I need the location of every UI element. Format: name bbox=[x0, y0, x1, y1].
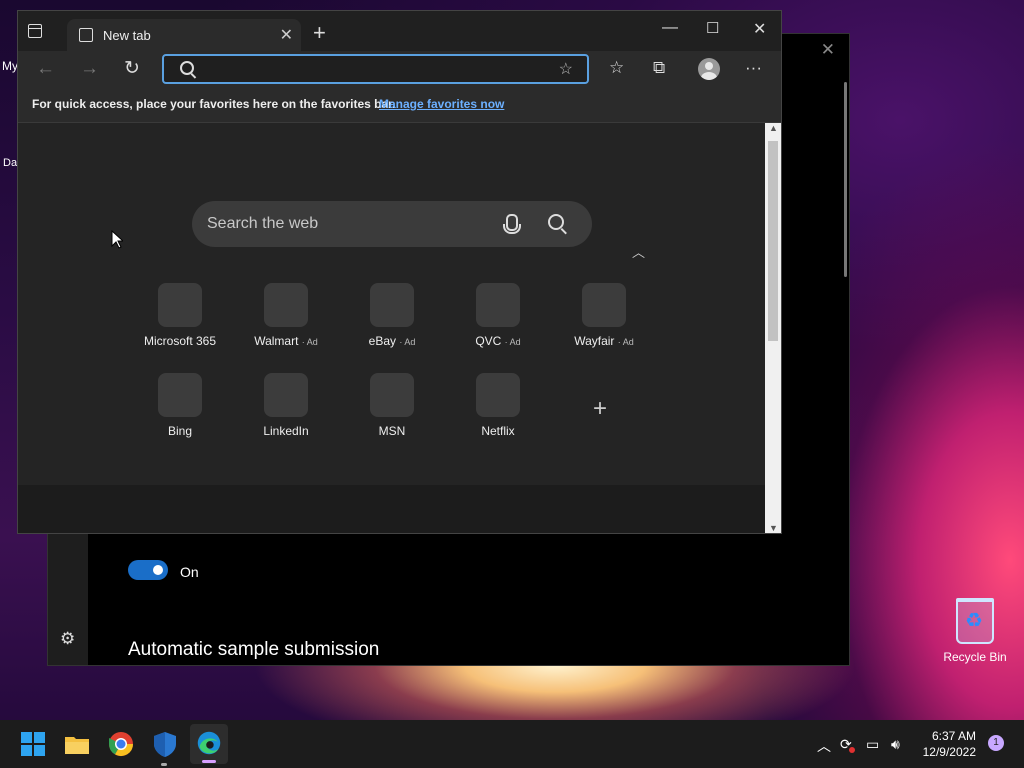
quick-link-tile[interactable]: Netflix bbox=[448, 373, 548, 438]
quick-link-label: Bing bbox=[167, 424, 193, 438]
clock-date: 12/9/2022 bbox=[922, 745, 976, 759]
taskbar: ︿ ⟳ ▭ 🔊︎ 6:37 AM 12/9/2022 1 bbox=[0, 720, 1024, 768]
running-indicator bbox=[161, 763, 167, 766]
search-placeholder: Search the web bbox=[207, 215, 319, 232]
browser-toolbar: ← → ↻ ☆ ☆ ⧉ ··· bbox=[18, 51, 781, 89]
tab-new-tab[interactable]: New tab ✕ bbox=[67, 19, 301, 51]
new-tab-page: Search the web ︿ Microsoft 365 Walmart ·… bbox=[18, 123, 765, 533]
clock-time: 6:37 AM bbox=[931, 729, 976, 743]
alert-badge bbox=[849, 747, 855, 753]
quick-link-tile[interactable]: LinkedIn bbox=[236, 373, 336, 438]
tab-actions-icon[interactable] bbox=[28, 24, 42, 38]
start-icon[interactable] bbox=[17, 728, 49, 760]
scroll-up-icon[interactable]: ▲ bbox=[769, 123, 778, 133]
quick-link-label: eBay bbox=[368, 334, 396, 348]
site-icon bbox=[476, 373, 520, 417]
profile-avatar[interactable] bbox=[698, 58, 720, 80]
quick-link-tile[interactable]: Wayfair · Ad bbox=[554, 283, 654, 348]
search-icon bbox=[180, 61, 194, 75]
site-icon bbox=[158, 373, 202, 417]
add-favorite-icon[interactable]: ☆ bbox=[559, 59, 573, 79]
toggle-knob bbox=[153, 565, 163, 575]
gear-icon[interactable]: ⚙ bbox=[60, 629, 75, 649]
page-footer bbox=[18, 485, 765, 533]
favorites-icon[interactable]: ☆ bbox=[609, 59, 624, 76]
more-icon[interactable]: ··· bbox=[745, 59, 762, 76]
quick-link-tile[interactable]: Bing bbox=[130, 373, 230, 438]
quick-link-label: Netflix bbox=[481, 424, 515, 438]
maximize-icon[interactable]: ☐ bbox=[706, 19, 719, 37]
vertical-scrollbar[interactable]: ▲ ▼ bbox=[765, 123, 781, 533]
scrollbar-thumb[interactable] bbox=[768, 141, 778, 341]
protection-toggle[interactable] bbox=[128, 560, 168, 580]
quick-link-label: Microsoft 365 bbox=[143, 334, 217, 348]
site-icon bbox=[370, 283, 414, 327]
ad-badge: · Ad bbox=[617, 337, 634, 347]
active-indicator bbox=[202, 760, 216, 763]
site-icon bbox=[158, 283, 202, 327]
tab-bar: New tab ✕ + — ☐ ✕ bbox=[18, 11, 781, 51]
minimize-icon[interactable]: — bbox=[662, 19, 678, 37]
manage-favorites-link[interactable]: Manage favorites now bbox=[379, 97, 504, 111]
recycle-bin-label: Recycle Bin bbox=[943, 650, 1007, 664]
microphone-icon[interactable] bbox=[503, 214, 521, 234]
new-tab-icon bbox=[79, 28, 93, 42]
file-explorer-icon[interactable] bbox=[61, 728, 93, 760]
scrollbar[interactable] bbox=[844, 82, 847, 277]
desktop: My Da Recycle Bin ✕ On Automatic sample … bbox=[0, 0, 1024, 768]
add-site-button[interactable]: + bbox=[593, 395, 607, 423]
site-icon bbox=[370, 373, 414, 417]
recycle-bin-icon bbox=[956, 598, 994, 644]
forward-icon[interactable]: → bbox=[80, 59, 99, 78]
site-icon bbox=[582, 283, 626, 327]
quick-link-tile[interactable]: MSN bbox=[342, 373, 442, 438]
close-window-icon[interactable]: ✕ bbox=[753, 19, 766, 39]
collections-icon[interactable]: ⧉ bbox=[653, 59, 665, 76]
search-icon[interactable] bbox=[548, 214, 564, 230]
quick-link-tile[interactable]: eBay · Ad bbox=[342, 283, 442, 348]
close-tab-icon[interactable]: ✕ bbox=[280, 25, 293, 45]
quick-link-label: MSN bbox=[378, 424, 406, 438]
desktop-icon-label[interactable]: My bbox=[2, 59, 18, 73]
address-bar[interactable]: ☆ bbox=[162, 54, 589, 84]
refresh-icon[interactable]: ↻ bbox=[124, 59, 140, 78]
ad-badge: · Ad bbox=[301, 337, 318, 347]
ad-badge: · Ad bbox=[399, 337, 416, 347]
site-icon bbox=[264, 283, 308, 327]
quick-link-tile[interactable]: Microsoft 365 bbox=[130, 283, 230, 348]
mouse-cursor-icon bbox=[111, 230, 123, 249]
chevron-up-icon[interactable]: ︿ bbox=[817, 736, 831, 756]
quick-link-label: Walmart bbox=[254, 334, 299, 348]
new-tab-button[interactable]: + bbox=[313, 22, 326, 44]
desktop-icon-label[interactable]: Da bbox=[3, 157, 17, 169]
edge-taskbar-button[interactable] bbox=[190, 724, 228, 764]
close-icon[interactable]: ✕ bbox=[821, 40, 835, 60]
browser-window: New tab ✕ + — ☐ ✕ ← → ↻ ☆ ☆ ⧉ ··· For qu… bbox=[17, 10, 782, 534]
web-search-box[interactable]: Search the web bbox=[192, 201, 592, 247]
volume-icon[interactable]: 🔊︎ bbox=[891, 736, 900, 753]
favorites-bar: For quick access, place your favorites h… bbox=[18, 89, 781, 123]
site-icon bbox=[476, 283, 520, 327]
chevron-up-icon[interactable]: ︿ bbox=[632, 242, 645, 261]
quick-link-tile[interactable]: QVC · Ad bbox=[448, 283, 548, 348]
tab-title: New tab bbox=[103, 28, 151, 43]
favorites-message: For quick access, place your favorites h… bbox=[32, 97, 396, 111]
ad-badge: · Ad bbox=[504, 337, 521, 347]
chrome-icon[interactable] bbox=[105, 728, 137, 760]
windows-security-icon[interactable] bbox=[149, 728, 181, 760]
quick-link-label: LinkedIn bbox=[263, 424, 309, 438]
quick-link-tile[interactable]: Walmart · Ad bbox=[236, 283, 336, 348]
quick-link-label: Wayfair bbox=[574, 334, 615, 348]
notification-badge[interactable]: 1 bbox=[988, 735, 1004, 751]
recycle-bin[interactable]: Recycle Bin bbox=[940, 598, 1010, 664]
scroll-down-icon[interactable]: ▼ bbox=[769, 523, 778, 533]
toggle-label: On bbox=[180, 564, 199, 580]
section-heading: Automatic sample submission bbox=[128, 639, 380, 660]
back-icon[interactable]: ← bbox=[36, 59, 55, 78]
network-icon[interactable]: ▭ bbox=[866, 736, 879, 753]
clock[interactable]: 6:37 AM 12/9/2022 bbox=[912, 728, 976, 760]
edge-icon bbox=[197, 731, 221, 755]
site-icon bbox=[264, 373, 308, 417]
quick-link-label: QVC bbox=[475, 334, 502, 348]
